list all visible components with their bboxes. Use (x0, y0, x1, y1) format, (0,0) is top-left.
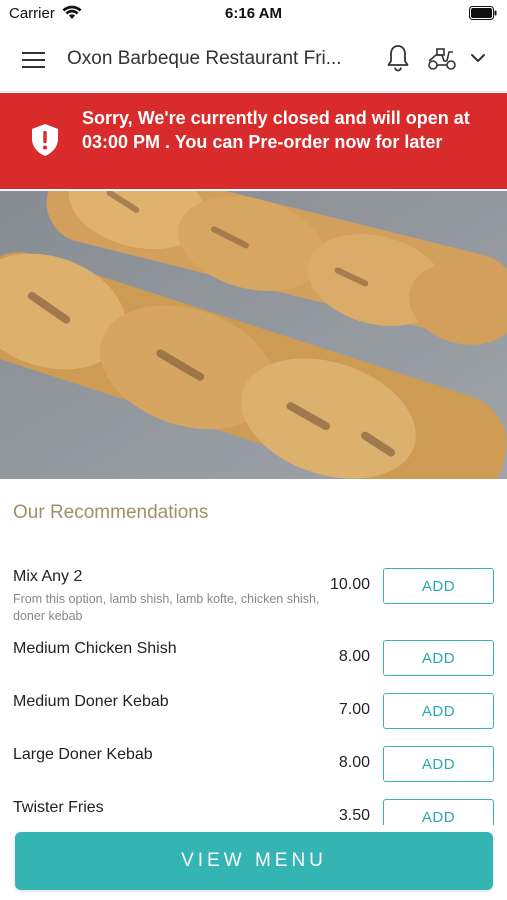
app-header: Oxon Barbeque Restaurant Fri... (0, 28, 507, 92)
item-name: Large Doner Kebab (13, 746, 153, 763)
item-price: 7.00 (338, 701, 370, 718)
add-button[interactable]: ADD (383, 693, 494, 729)
closed-notice-banner: Sorry, We're currently closed and will o… (0, 93, 507, 189)
restaurant-title[interactable]: Oxon Barbeque Restaurant Fri... (67, 48, 367, 70)
item-price: 10.00 (329, 576, 370, 593)
add-button[interactable]: ADD (383, 799, 494, 825)
add-button[interactable]: ADD (383, 568, 494, 604)
item-price: 3.50 (338, 807, 370, 824)
status-time: 6:16 AM (225, 5, 282, 22)
battery-icon (469, 6, 497, 20)
view-menu-button[interactable]: VIEW MENU (15, 832, 493, 890)
recommendations-list: Mix Any 2 From this option, lamb shish, … (0, 560, 507, 825)
shield-alert-icon (32, 124, 58, 156)
bell-icon[interactable] (386, 44, 410, 72)
menu-icon[interactable] (22, 50, 46, 70)
recommendations-title: Our Recommendations (13, 502, 209, 523)
closed-message: Sorry, We're currently closed and will o… (82, 108, 470, 152)
item-name: Twister Fries (13, 799, 104, 816)
food-image (0, 191, 507, 479)
item-name: Medium Doner Kebab (13, 693, 169, 710)
status-bar: Carrier 6:16 AM (0, 0, 507, 28)
item-price: 8.00 (338, 648, 370, 665)
add-button[interactable]: ADD (383, 640, 494, 676)
item-name: Mix Any 2 (13, 568, 83, 585)
item-name: Medium Chicken Shish (13, 640, 177, 657)
chevron-down-icon[interactable] (470, 51, 486, 65)
scooter-icon[interactable] (427, 47, 457, 71)
item-price: 8.00 (338, 754, 370, 771)
item-description: From this option, lamb shish, lamb kofte… (13, 592, 320, 623)
add-button[interactable]: ADD (383, 746, 494, 782)
